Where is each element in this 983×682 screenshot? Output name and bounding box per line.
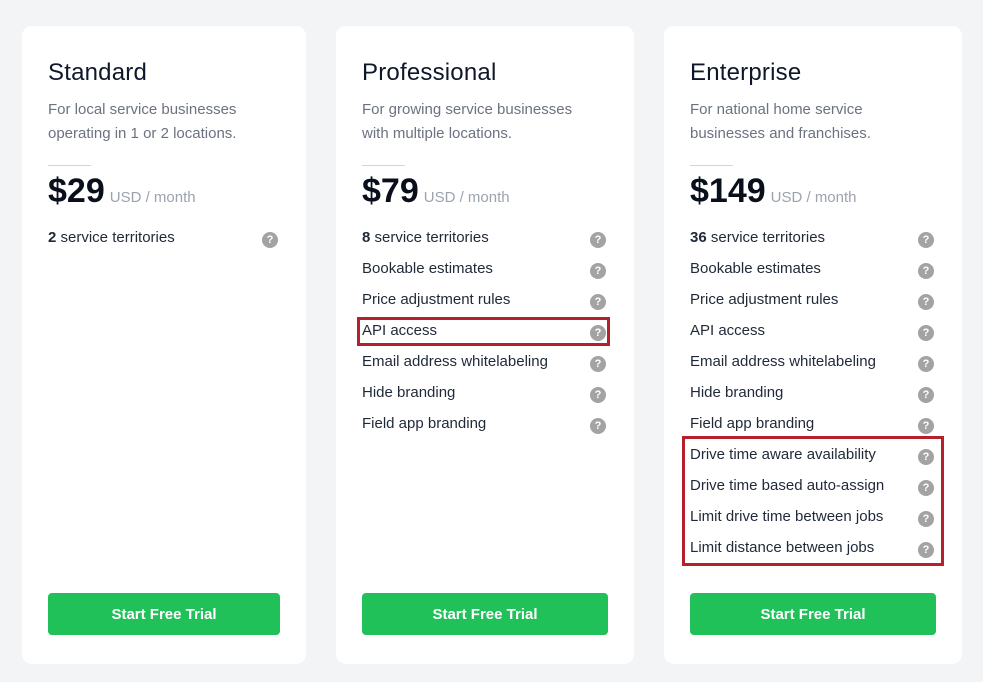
help-icon[interactable]: ? (590, 263, 606, 279)
price: $29 (48, 172, 105, 210)
feature-item: Limit distance between jobs? (690, 538, 934, 569)
help-icon[interactable]: ? (918, 356, 934, 372)
help-icon[interactable]: ? (590, 387, 606, 403)
help-icon[interactable]: ? (918, 263, 934, 279)
plan-description: For growing service businesses with mult… (362, 101, 573, 142)
feature-label: Email address whitelabeling (690, 353, 876, 370)
plan-card-enterprise: Enterprise For national home service bus… (664, 26, 962, 664)
feature-item: Price adjustment rules? (362, 290, 606, 321)
divider (48, 165, 91, 166)
help-icon[interactable]: ? (918, 449, 934, 465)
feature-label: Limit drive time between jobs (690, 508, 884, 525)
help-icon[interactable]: ? (918, 542, 934, 558)
feature-item: Hide branding? (362, 383, 606, 414)
plan-name: Enterprise (690, 59, 802, 86)
help-icon[interactable]: ? (918, 480, 934, 496)
divider (362, 165, 405, 166)
help-icon[interactable]: ? (262, 232, 278, 248)
help-icon[interactable]: ? (918, 418, 934, 434)
price: $79 (362, 172, 419, 210)
feature-label: Hide branding (690, 384, 784, 401)
help-icon[interactable]: ? (590, 418, 606, 434)
feature-item: Bookable estimates? (362, 259, 606, 290)
price-unit: USD / month (770, 189, 857, 206)
feature-label: Price adjustment rules (362, 291, 511, 308)
feature-item: API access? (362, 321, 606, 352)
feature-label: Bookable estimates (362, 260, 493, 277)
price-row: $79 USD / month (362, 172, 510, 211)
territory-label: service territories (370, 229, 489, 246)
feature-item: Field app branding? (690, 414, 934, 445)
feature-label: Bookable estimates (690, 260, 821, 277)
feature-item-territories: 2 service territories ? (48, 228, 278, 259)
price: $149 (690, 172, 766, 210)
feature-item: Limit drive time between jobs? (690, 507, 934, 538)
help-icon[interactable]: ? (590, 294, 606, 310)
feature-item: Bookable estimates? (690, 259, 934, 290)
feature-item: Email address whitelabeling? (362, 352, 606, 383)
feature-item: API access? (690, 321, 934, 352)
feature-list: 8 service territories ? Bookable estimat… (362, 228, 606, 445)
plan-card-standard: Standard For local service businesses op… (22, 26, 306, 664)
help-icon[interactable]: ? (590, 232, 606, 248)
price-row: $149 USD / month (690, 172, 857, 211)
feature-item: Hide branding? (690, 383, 934, 414)
feature-list: 2 service territories ? (48, 228, 278, 259)
help-icon[interactable]: ? (590, 356, 606, 372)
feature-item: Price adjustment rules? (690, 290, 934, 321)
divider (690, 165, 733, 166)
territory-count: 36 (690, 229, 707, 246)
feature-label: Field app branding (362, 415, 487, 432)
territory-label: service territories (706, 229, 826, 246)
help-icon[interactable]: ? (918, 232, 934, 248)
plan-name: Professional (362, 59, 497, 86)
feature-label: Limit distance between jobs (690, 539, 875, 556)
plan-card-professional: Professional For growing service busines… (336, 26, 634, 664)
feature-item-territories: 36 service territories ? (690, 228, 934, 259)
feature-item: Drive time aware availability? (690, 445, 934, 476)
territory-label: service territories (56, 229, 175, 246)
price-unit: USD / month (109, 189, 196, 206)
help-icon[interactable]: ? (918, 511, 934, 527)
plan-description: For local service businesses operating i… (48, 101, 237, 142)
price-unit: USD / month (423, 189, 510, 206)
feature-label: API access (362, 322, 438, 339)
feature-label: Hide branding (362, 384, 456, 401)
price-row: $29 USD / month (48, 172, 196, 211)
help-icon[interactable]: ? (918, 294, 934, 310)
feature-label: Email address whitelabeling (362, 353, 548, 370)
feature-label: Drive time aware availability (690, 446, 876, 463)
plan-description: For national home service businesses and… (690, 101, 871, 142)
help-icon[interactable]: ? (590, 325, 606, 341)
start-free-trial-button[interactable]: Start Free Trial (48, 593, 280, 635)
feature-label: Drive time based auto-assign (690, 477, 885, 494)
feature-list: 36 service territories ? Bookable estima… (690, 228, 934, 569)
plan-name: Standard (48, 59, 148, 86)
feature-item: Email address whitelabeling? (690, 352, 934, 383)
start-free-trial-button[interactable]: Start Free Trial (690, 593, 936, 635)
feature-label: Field app branding (690, 415, 815, 432)
feature-label: API access (690, 322, 766, 339)
feature-item: Field app branding? (362, 414, 606, 445)
feature-item: Drive time based auto-assign? (690, 476, 934, 507)
feature-item-territories: 8 service territories ? (362, 228, 606, 259)
help-icon[interactable]: ? (918, 387, 934, 403)
help-icon[interactable]: ? (918, 325, 934, 341)
start-free-trial-button[interactable]: Start Free Trial (362, 593, 608, 635)
feature-label: Price adjustment rules (690, 291, 839, 308)
